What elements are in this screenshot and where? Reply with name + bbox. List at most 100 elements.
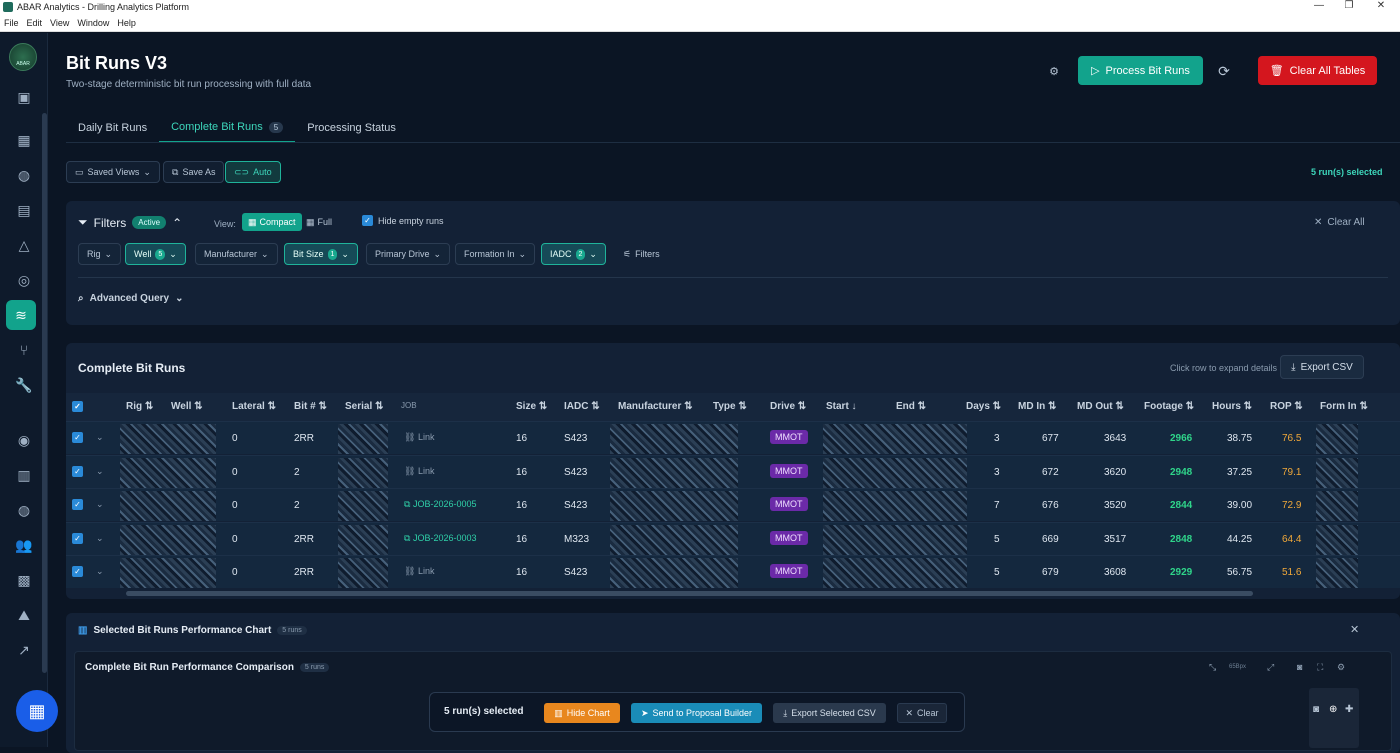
- row-checkbox[interactable]: ✓: [72, 465, 83, 477]
- filter-formation-in[interactable]: Formation In ⌄: [455, 243, 536, 265]
- col-hours[interactable]: Hours ⇅: [1212, 401, 1252, 412]
- menu-edit[interactable]: Edit: [27, 18, 43, 28]
- cell-job[interactable]: ⛓ Link: [404, 566, 434, 577]
- table-row[interactable]: ✓ ⌄ 0 2 ⛓ Link 16 S423 MMOT 3 672 3620 2948 37.25 79.…: [66, 454, 1400, 488]
- filter-primary-drive[interactable]: Primary Drive ⌄: [366, 243, 451, 265]
- gear-icon[interactable]: ⚙: [1337, 662, 1345, 673]
- row-checkbox[interactable]: ✓: [72, 532, 83, 544]
- filter-rig[interactable]: Rig ⌄: [78, 243, 122, 265]
- rig-icon[interactable]: ⛰: [12, 603, 36, 627]
- bar-chart-icon[interactable]: ▥: [12, 463, 36, 487]
- pan-icon[interactable]: ✚: [1345, 704, 1353, 715]
- table-row[interactable]: ✓ ⌄ 0 2RR ⧉ JOB-2026-0003 16 M323 MMOT 5 669 3517 2…: [66, 521, 1400, 555]
- col-rop[interactable]: ROP ⇅: [1270, 401, 1303, 412]
- close-icon[interactable]: ✕: [1366, 0, 1396, 14]
- menu-help[interactable]: Help: [117, 18, 136, 28]
- zoom-icon[interactable]: ⊕: [1329, 704, 1337, 715]
- col-rig[interactable]: Rig ⇅: [126, 401, 153, 412]
- git-branch-icon[interactable]: ⑂: [12, 338, 36, 362]
- col-well[interactable]: Well ⇅: [171, 401, 203, 412]
- expand-chevron-icon[interactable]: ⌄: [96, 566, 104, 577]
- col-iadc[interactable]: IADC ⇅: [564, 401, 600, 412]
- tab-complete-bit-runs[interactable]: Complete Bit Runs 5: [159, 113, 296, 143]
- fullscreen-icon[interactable]: ⛶: [1317, 662, 1323, 673]
- settings-sliders-icon[interactable]: ⚙: [1044, 61, 1064, 81]
- menu-file[interactable]: File: [4, 18, 19, 28]
- col-footage[interactable]: Footage ⇅: [1144, 401, 1194, 412]
- col-md-in[interactable]: MD In ⇅: [1018, 401, 1056, 412]
- storage-icon[interactable]: ◍: [12, 498, 36, 522]
- col-type[interactable]: Type ⇅: [713, 401, 747, 412]
- filter-well[interactable]: Well 5 ⌄: [125, 243, 186, 265]
- restore-icon[interactable]: ❐: [1334, 0, 1364, 14]
- save-as-button[interactable]: ⧉ Save As: [163, 161, 225, 183]
- filter-bit-size[interactable]: Bit Size 1 ⌄: [284, 243, 358, 265]
- cell-job[interactable]: ⛓ Link: [404, 432, 434, 443]
- expand-chevron-icon[interactable]: ⌄: [96, 499, 104, 510]
- collapse-sidebar-icon[interactable]: ▣: [12, 85, 36, 109]
- dashboard-icon[interactable]: ▦: [12, 128, 36, 152]
- database-icon[interactable]: ◍: [12, 163, 36, 187]
- row-checkbox[interactable]: ✓: [72, 499, 83, 510]
- cell-job[interactable]: ⧉ JOB-2026-0003: [404, 533, 477, 544]
- menu-view[interactable]: View: [50, 18, 69, 28]
- expand-chevron-icon[interactable]: ⌄: [96, 432, 104, 443]
- expand-chevron-icon[interactable]: ⌄: [96, 533, 104, 544]
- sidebar-scrollbar[interactable]: [42, 113, 47, 673]
- clear-all-tables-button[interactable]: 🗑 Clear All Tables: [1258, 56, 1377, 85]
- target-icon[interactable]: ◉: [12, 428, 36, 452]
- expand-icon[interactable]: ⤢: [1267, 662, 1274, 673]
- col-md-out[interactable]: MD Out ⇅: [1077, 401, 1124, 412]
- tab-processing-status[interactable]: Processing Status: [295, 113, 408, 143]
- clear-all-filters-button[interactable]: ✕ Clear All: [1314, 217, 1365, 228]
- full-view-button[interactable]: ▦ Full: [302, 213, 336, 231]
- filter-iadc[interactable]: IADC 2 ⌄: [541, 243, 606, 265]
- table-row[interactable]: ✓ ⌄ 0 2 ⧉ JOB-2026-0005 16 S423 MMOT 7 676 3520 284…: [66, 488, 1400, 521]
- cell-job[interactable]: ⧉ JOB-2026-0005: [404, 499, 477, 510]
- col-size[interactable]: Size ⇅: [516, 401, 547, 412]
- users-icon[interactable]: 👥: [12, 533, 36, 557]
- table-row[interactable]: ✓ ⌄ 0 2RR ⛓ Link 16 S423 MMOT 3 677 3643 2966 38.75 7…: [66, 421, 1400, 454]
- select-all-checkbox[interactable]: ✓: [72, 401, 83, 412]
- table-horizontal-scrollbar[interactable]: [126, 591, 1253, 596]
- advanced-query-toggle[interactable]: ⌕ Advanced Query ⌄: [78, 293, 183, 304]
- cell-job[interactable]: ⛓ Link: [404, 466, 434, 477]
- clear-selection-button[interactable]: ✕ Clear: [897, 703, 947, 723]
- col-drive[interactable]: Drive ⇅: [770, 401, 806, 412]
- col-days[interactable]: Days ⇅: [966, 401, 1001, 412]
- wrench-icon[interactable]: 🔧: [12, 373, 36, 397]
- hide-chart-button[interactable]: ▥ Hide Chart: [544, 703, 620, 723]
- col-lateral[interactable]: Lateral ⇅: [232, 401, 276, 412]
- saved-views-dropdown[interactable]: ▭ Saved Views ⌄: [66, 161, 160, 183]
- export-csv-button[interactable]: ⤓ Export CSV: [1280, 355, 1364, 379]
- row-checkbox[interactable]: ✓: [72, 566, 83, 577]
- briefcase-icon[interactable]: ▩: [12, 568, 36, 592]
- trending-icon[interactable]: ↗: [12, 638, 36, 662]
- refresh-icon[interactable]: ⟳: [1214, 61, 1234, 81]
- export-selected-csv-button[interactable]: ⤓ Export Selected CSV: [773, 703, 886, 723]
- more-filters-button[interactable]: ⚟ Filters: [614, 243, 669, 265]
- filters-header[interactable]: ⏷ Filters Active ⌃: [78, 215, 182, 230]
- menu-window[interactable]: Window: [77, 18, 109, 28]
- expand-chevron-icon[interactable]: ⌄: [96, 466, 104, 477]
- send-to-proposal-button[interactable]: ➤ Send to Proposal Builder: [631, 703, 762, 723]
- col-bit[interactable]: Bit # ⇅: [294, 401, 327, 412]
- check-circle-icon[interactable]: ◎: [12, 268, 36, 292]
- table-row[interactable]: ✓ ⌄ 0 2RR ⛓ Link 16 S423 MMOT 5 679 3608 2929 56.75 5…: [66, 555, 1400, 588]
- hide-empty-checkbox[interactable]: ✓ Hide empty runs: [362, 215, 444, 226]
- layers-icon[interactable]: ≋: [6, 300, 36, 330]
- camera-icon[interactable]: ◙: [1297, 662, 1302, 672]
- close-chart-icon[interactable]: ✕: [1350, 623, 1359, 636]
- row-checkbox[interactable]: ✓: [72, 432, 83, 443]
- tab-daily-bit-runs[interactable]: Daily Bit Runs: [66, 113, 159, 143]
- col-start[interactable]: Start ↓: [826, 401, 857, 412]
- col-manufacturer[interactable]: Manufacturer ⇅: [618, 401, 693, 412]
- minimize-icon[interactable]: —: [1304, 0, 1334, 14]
- process-bit-runs-button[interactable]: ▷ Process Bit Runs: [1078, 56, 1203, 85]
- col-end[interactable]: End ⇅: [896, 401, 926, 412]
- compact-view-button[interactable]: ▦ Compact: [242, 213, 302, 231]
- col-serial[interactable]: Serial ⇅: [345, 401, 383, 412]
- table-icon[interactable]: ▤: [12, 198, 36, 222]
- filter-manufacturer[interactable]: Manufacturer ⌄: [195, 243, 278, 265]
- shrink-icon[interactable]: ⤡: [1209, 662, 1216, 673]
